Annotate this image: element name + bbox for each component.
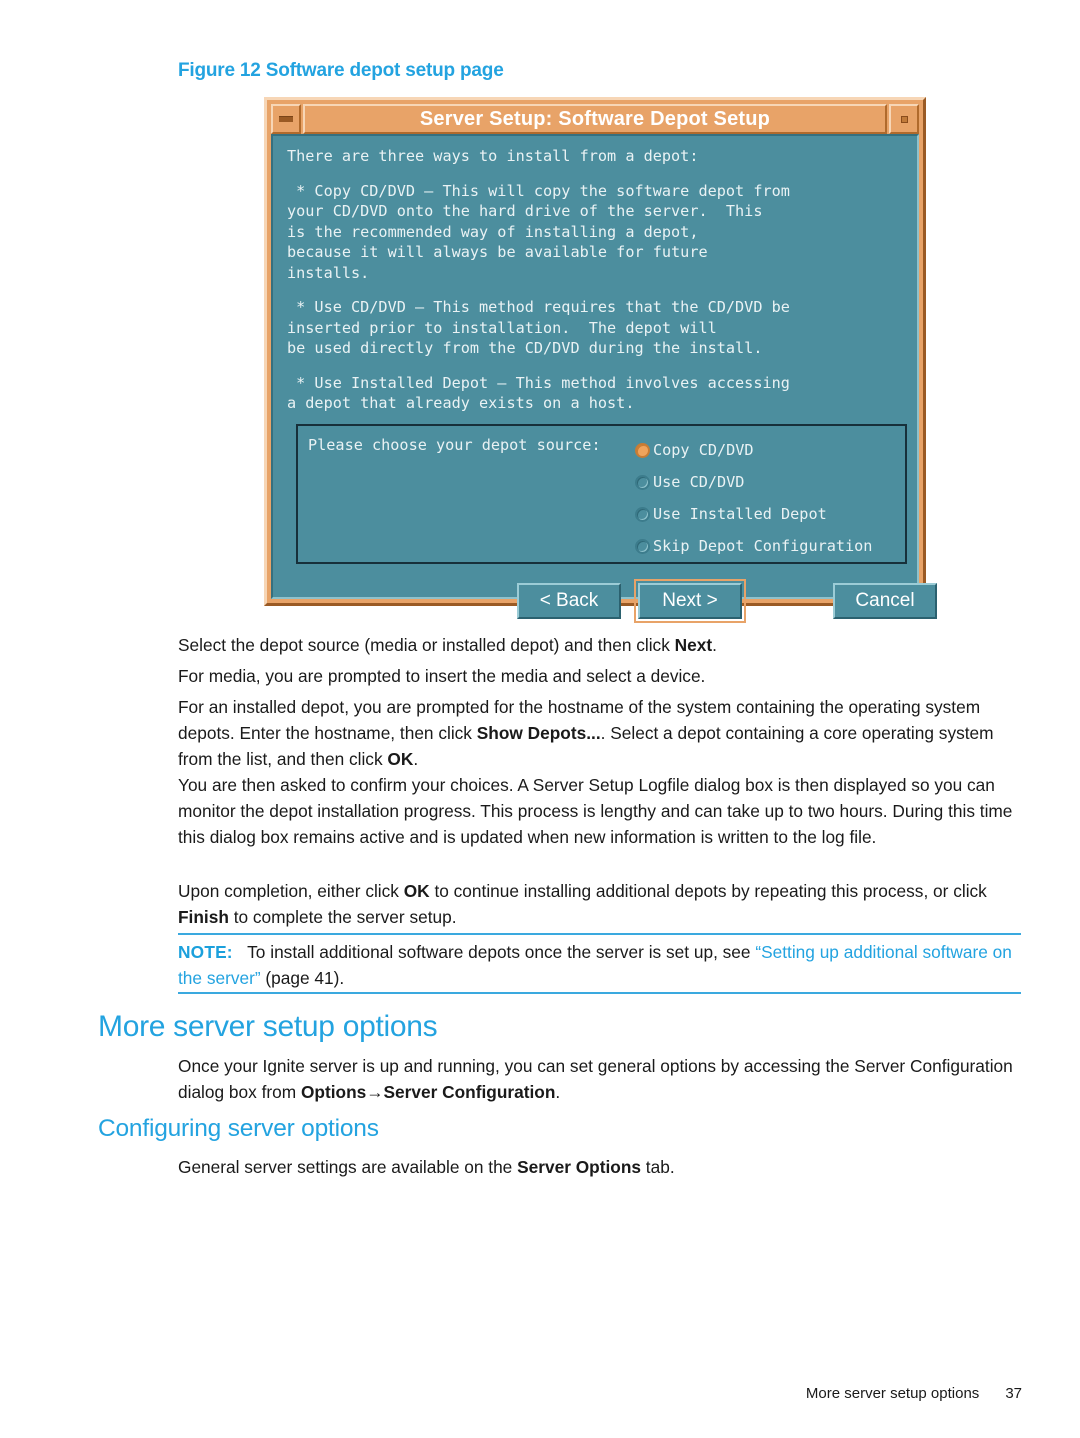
paragraph-text: Upon completion, either click <box>178 881 404 901</box>
radio-icon <box>635 538 650 554</box>
note-label: NOTE: <box>178 942 233 962</box>
depot-source-prompt: Please choose your depot source: <box>308 436 601 454</box>
document-page: Figure 12 Software depot setup page Serv… <box>0 0 1080 1438</box>
radio-label: Skip Depot Configuration <box>653 537 873 555</box>
bold-next: Next <box>674 635 713 655</box>
note-block: NOTE: To install additional software dep… <box>178 940 1021 992</box>
bold-show-depots: Show Depots... <box>476 722 601 743</box>
figure-caption: Figure 12 Software depot setup page <box>178 60 504 81</box>
note-text-after: (page 41). <box>260 967 345 988</box>
depot-source-options: Copy CD/DVD Use CD/DVD Use Installed Dep… <box>635 434 872 562</box>
note-top-divider <box>178 933 1021 935</box>
paragraph-more-server-setup-options: Once your Ignite server is up and runnin… <box>178 1054 1021 1106</box>
paragraph-text: Select the depot source (media or instal… <box>178 635 675 655</box>
bold-ok: OK <box>403 881 430 901</box>
dialog-paragraph-use-installed-depot: * Use Installed Depot – This method invo… <box>287 373 790 413</box>
radio-label: Copy CD/DVD <box>653 441 754 459</box>
dialog-client-area: There are three ways to install from a d… <box>271 134 937 623</box>
footer-section-title: More server setup options <box>805 1385 980 1402</box>
paragraph-upon-completion: Upon completion, either click OK to cont… <box>178 879 1021 931</box>
note-spacer <box>233 942 247 962</box>
dialog-titlebar: Server Setup: Software Depot Setup <box>271 104 919 134</box>
paragraph-text: General server settings are available on… <box>178 1157 518 1177</box>
bold-options: Options <box>300 1081 367 1102</box>
bold-server-configuration: Server Configuration <box>383 1081 556 1102</box>
dialog-paragraph-use-cddvd: * Use CD/DVD – This method requires that… <box>287 298 790 357</box>
bold-ok: OK <box>387 748 414 769</box>
next-button[interactable]: Next > <box>634 579 746 623</box>
dialog-paragraph-copy-cddvd: * Copy CD/DVD – This will copy the softw… <box>287 181 790 282</box>
footer-page-number: 37 <box>1005 1385 1022 1402</box>
heading-configuring-server-options: Configuring server options <box>98 1115 379 1142</box>
paragraph-text: tab. <box>641 1157 675 1177</box>
paragraph-configuring-server-options: General server settings are available on… <box>178 1155 1021 1181</box>
radio-icon-selected <box>635 442 650 458</box>
note-bottom-divider <box>178 992 1021 994</box>
cancel-button[interactable]: Cancel <box>833 583 937 619</box>
maximize-glyph <box>900 115 908 123</box>
paragraph-text: . <box>413 748 419 769</box>
heading-more-server-setup-options: More server setup options <box>98 1010 438 1043</box>
paragraph-for-media: For media, you are prompted to insert th… <box>178 666 706 686</box>
paragraph-select-depot-source: Select the depot source (media or instal… <box>178 633 1021 659</box>
back-button[interactable]: < Back <box>517 583 621 619</box>
minimize-glyph <box>279 116 293 122</box>
dialog-inner: Server Setup: Software Depot Setup There… <box>271 104 937 623</box>
page-footer: More server setup options 37 <box>806 1385 1022 1402</box>
paragraph-confirm-choices: You are then asked to confirm your choic… <box>178 775 1013 847</box>
maximize-icon[interactable] <box>889 104 919 134</box>
bold-server-options: Server Options <box>517 1157 641 1177</box>
paragraph-text: . <box>712 635 717 655</box>
radio-option-copy-cddvd[interactable]: Copy CD/DVD <box>635 434 872 466</box>
radio-icon <box>635 506 650 522</box>
dialog-title-container: Server Setup: Software Depot Setup <box>303 104 887 134</box>
radio-icon <box>635 474 650 490</box>
dialog-title: Server Setup: Software Depot Setup <box>419 107 771 130</box>
paragraph-installed-depot: For an installed depot, you are prompted… <box>178 695 1021 772</box>
radio-option-use-cddvd[interactable]: Use CD/DVD <box>635 466 872 498</box>
software-depot-setup-dialog: Server Setup: Software Depot Setup There… <box>264 97 937 623</box>
bold-finish: Finish <box>178 906 229 927</box>
paragraph-text: to complete the server setup. <box>228 906 457 927</box>
dialog-button-row: < Back Next > Cancel <box>296 579 937 623</box>
note-text: To install additional software depots on… <box>247 942 756 962</box>
minimize-icon[interactable] <box>271 104 301 134</box>
radio-label: Use CD/DVD <box>653 473 745 491</box>
radio-label: Use Installed Depot <box>653 505 827 523</box>
paragraph-text: . <box>555 1081 561 1102</box>
paragraph-text: to continue installing additional depots… <box>429 881 987 901</box>
arrow-glyph: → <box>366 1081 384 1102</box>
radio-option-skip-depot-configuration[interactable]: Skip Depot Configuration <box>635 530 872 562</box>
dialog-intro-text: There are three ways to install from a d… <box>287 147 699 165</box>
radio-option-use-installed-depot[interactable]: Use Installed Depot <box>635 498 872 530</box>
depot-source-group: Please choose your depot source: Copy CD… <box>296 424 907 564</box>
